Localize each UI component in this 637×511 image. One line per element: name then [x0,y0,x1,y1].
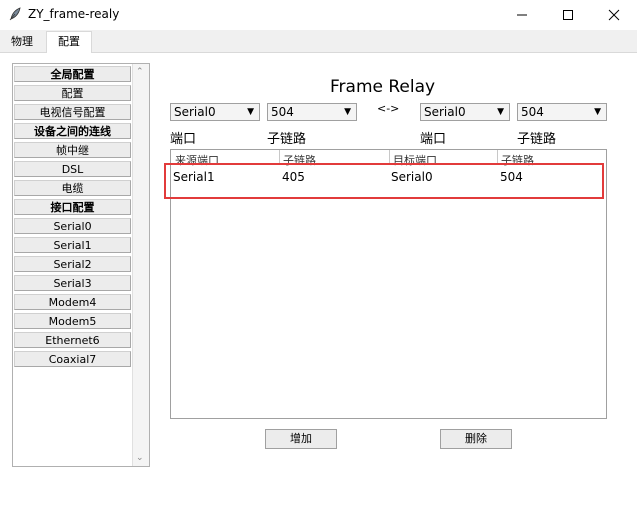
sidebar-item-modem4[interactable]: Modem4 [14,294,131,310]
sidebar-item-ethernet6[interactable]: Ethernet6 [14,332,131,348]
to-sublink-select[interactable]: 504 ▼ [517,103,607,121]
to-port-label: 端口 [420,132,447,147]
to-sublink-value: 504 [521,105,544,119]
from-port-value: Serial0 [174,105,216,119]
add-button[interactable]: 增加 [265,429,337,449]
title-bar: ZY_frame-realy [0,0,637,30]
maximize-button[interactable] [545,0,591,30]
maximize-icon [563,10,573,20]
minimize-button[interactable] [499,0,545,30]
page-title: Frame Relay [330,77,436,97]
sidebar-item-frame-relay[interactable]: 帧中继 [14,142,131,158]
from-port-label: 端口 [170,132,197,147]
scroll-down-icon[interactable]: ⌄ [136,453,144,463]
to-port-value: Serial0 [424,105,466,119]
sidebar-item-tv-signal-config[interactable]: 电视信号配置 [14,104,131,120]
from-sublink-select[interactable]: 504 ▼ [267,103,357,121]
sidebar-item-config[interactable]: 配置 [14,85,131,101]
highlight-annotation-box [164,163,604,199]
swap-arrow-label: <-> [377,102,400,115]
sidebar-item-serial3[interactable]: Serial3 [14,275,131,291]
tab-bar: 物理 配置 [0,30,637,53]
tab-config[interactable]: 配置 [46,31,92,53]
sidebar-item-serial1[interactable]: Serial1 [14,237,131,253]
from-port-select[interactable]: Serial0 ▼ [170,103,260,121]
chevron-down-icon: ▼ [594,107,601,117]
sidebar-item-interface-config: 接口配置 [14,199,131,215]
window-title: ZY_frame-realy [28,7,120,21]
tab-physical[interactable]: 物理 [4,32,40,51]
to-sublink-label: 子链路 [517,132,557,147]
sidebar-item-dsl[interactable]: DSL [14,161,131,177]
config-panel: 全局配置 配置 电视信号配置 设备之间的连线 帧中继 DSL 电缆 接口配置 S… [0,53,637,511]
feather-icon [9,7,21,21]
minimize-icon [517,14,527,16]
sidebar-item-global-config: 全局配置 [14,66,131,82]
from-sublink-label: 子链路 [267,132,307,147]
sidebar-item-modem5[interactable]: Modem5 [14,313,131,329]
sidebar-item-serial0[interactable]: Serial0 [14,218,131,234]
sidebar-item-serial2[interactable]: Serial2 [14,256,131,272]
sidebar-item-device-links: 设备之间的连线 [14,123,131,139]
close-icon [608,9,620,21]
sidebar-item-cable[interactable]: 电缆 [14,180,131,196]
chevron-down-icon: ▼ [497,107,504,117]
close-button[interactable] [591,0,637,30]
from-sublink-value: 504 [271,105,294,119]
delete-button[interactable]: 删除 [440,429,512,449]
sidebar-item-coaxial7[interactable]: Coaxial7 [14,351,131,367]
scroll-up-icon[interactable]: ⌃ [136,67,144,77]
to-port-select[interactable]: Serial0 ▼ [420,103,510,121]
sidebar-scrollbar[interactable]: ⌃ ⌄ [132,64,149,466]
sidebar: 全局配置 配置 电视信号配置 设备之间的连线 帧中继 DSL 电缆 接口配置 S… [12,63,150,467]
chevron-down-icon: ▼ [247,107,254,117]
chevron-down-icon: ▼ [344,107,351,117]
